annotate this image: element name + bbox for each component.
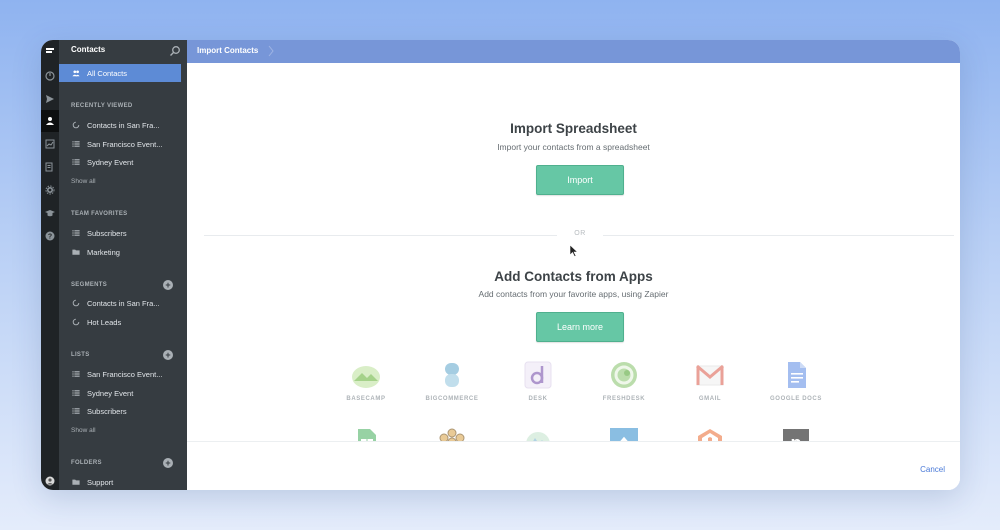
desk-icon: [524, 361, 552, 389]
search-icon[interactable]: [169, 44, 181, 56]
segment-icon: [71, 299, 81, 307]
learn-more-button[interactable]: Learn more: [536, 312, 624, 342]
sidebar-item-fav-marketing[interactable]: Marketing: [59, 243, 183, 261]
app-name: BIGCOMMERCE: [425, 396, 479, 402]
add-list-button[interactable]: +: [163, 350, 173, 360]
list-icon: [71, 140, 81, 148]
sidebar-item-label: San Francisco Event...: [87, 139, 163, 149]
sidebar-item-fav-subscribers[interactable]: Subscribers: [59, 224, 183, 242]
app-name: BASECAMP: [346, 396, 386, 402]
segment-icon: [71, 318, 81, 326]
svg-text:?: ?: [48, 234, 52, 241]
sidebar-item-recent-sf-event[interactable]: San Francisco Event...: [59, 135, 183, 153]
people-icon: [71, 69, 81, 77]
dashboard-icon[interactable]: [41, 65, 59, 87]
section-heading-segments: SEGMENTS: [71, 282, 108, 288]
app-gmail[interactable]: GMAIL: [670, 360, 750, 410]
sidebar-item-all-contacts[interactable]: All Contacts: [59, 64, 181, 82]
sidebar-item-list-sydney-event[interactable]: Sydney Event: [59, 384, 183, 402]
list-icon: [71, 407, 81, 415]
sidebar-item-label: San Francisco Event...: [87, 369, 163, 379]
apps-subtitle: Add contacts from your favorite apps, us…: [478, 289, 669, 299]
app-name: DESK: [528, 396, 548, 402]
icon-rail: ?: [41, 40, 59, 490]
section-heading-recently-viewed: RECENTLY VIEWED: [71, 103, 133, 109]
sidebar-item-list-sf-event[interactable]: San Francisco Event...: [59, 365, 183, 383]
sidebar-item-label: Hot Leads: [87, 317, 122, 327]
mouse-cursor-icon: [570, 245, 578, 257]
footer-bar: Cancel: [187, 441, 960, 490]
sidebar-title: Contacts: [71, 45, 106, 54]
sidebar-item-label: Sydney Event: [87, 388, 134, 398]
show-all-lists-link[interactable]: Show all: [71, 427, 96, 434]
chevron-right-icon: [267, 44, 275, 58]
import-button[interactable]: Import: [536, 165, 624, 195]
or-divider-label: OR: [557, 230, 603, 237]
sidebar-item-label: Contacts in San Fra...: [87, 298, 160, 308]
import-subtitle: Import your contacts from a spreadsheet: [497, 142, 650, 152]
apps-title: Add Contacts from Apps: [494, 269, 653, 284]
section-heading-team-favorites: TEAM FAVORITES: [71, 211, 128, 217]
bigcommerce-icon: [445, 363, 459, 387]
settings-icon[interactable]: [41, 179, 59, 201]
list-icon: [71, 370, 81, 378]
sidebar-item-recent-sydney-event[interactable]: Sydney Event: [59, 153, 183, 171]
add-folder-button[interactable]: +: [163, 458, 173, 468]
app-desk[interactable]: DESK: [498, 360, 578, 410]
sidebar-item-label: Marketing: [87, 247, 120, 257]
logo-icon[interactable]: [41, 40, 59, 62]
sidebar-item-label: All Contacts: [87, 68, 128, 78]
avatar[interactable]: [41, 470, 59, 490]
graduation-cap-icon[interactable]: [41, 202, 59, 224]
send-icon[interactable]: [41, 88, 59, 110]
sidebar-item-label: Sydney Event: [87, 157, 134, 167]
folder-icon: [71, 478, 81, 486]
sidebar-item-segment-hot-leads[interactable]: Hot Leads: [59, 313, 183, 331]
sidebar-item-label: Support: [87, 477, 114, 487]
sidebar-item-list-subscribers[interactable]: Subscribers: [59, 402, 183, 420]
google-docs-icon: [788, 362, 806, 388]
freshdesk-icon: [611, 362, 637, 388]
gmail-icon: [696, 364, 724, 386]
sidebar-item-segment-contacts-sf[interactable]: Contacts in San Fra...: [59, 294, 183, 312]
top-bar: Import Contacts: [187, 40, 960, 63]
section-heading-lists: LISTS: [71, 352, 90, 358]
import-title: Import Spreadsheet: [510, 121, 637, 136]
app-name: FRESHDESK: [602, 396, 646, 402]
app-window: ? Contacts All Contacts RECENTLY VIEWED …: [41, 40, 960, 490]
sidebar-item-label: Subscribers: [87, 406, 127, 416]
add-segment-button[interactable]: +: [163, 280, 173, 290]
cancel-link[interactable]: Cancel: [920, 465, 945, 474]
list-icon: [71, 158, 81, 166]
breadcrumb[interactable]: Import Contacts: [197, 46, 258, 55]
list-icon: [71, 389, 81, 397]
app-bigcommerce[interactable]: BIGCOMMERCE: [412, 360, 492, 410]
sidebar: Contacts All Contacts RECENTLY VIEWED Co…: [59, 40, 205, 490]
help-icon[interactable]: ?: [41, 225, 59, 247]
sidebar-header: Contacts: [59, 40, 187, 62]
app-name: GOOGLE DOCS: [770, 396, 822, 402]
show-all-recent-link[interactable]: Show all: [71, 178, 96, 185]
app-basecamp[interactable]: BASECAMP: [326, 360, 406, 410]
segment-icon: [71, 121, 81, 129]
basecamp-icon: [352, 366, 380, 388]
reports-icon[interactable]: [41, 133, 59, 155]
sidebar-item-folder-support[interactable]: Support: [59, 473, 183, 490]
forms-icon[interactable]: [41, 156, 59, 178]
main-content: Import Spreadsheet Import your contacts …: [187, 63, 960, 490]
app-google-docs[interactable]: GOOGLE DOCS: [756, 360, 836, 410]
sidebar-item-label: Subscribers: [87, 228, 127, 238]
sidebar-item-recent-contacts-sf[interactable]: Contacts in San Fra...: [59, 116, 183, 134]
folder-icon: [71, 248, 81, 256]
sidebar-item-label: Contacts in San Fra...: [87, 120, 160, 130]
app-name: GMAIL: [698, 396, 722, 402]
app-freshdesk[interactable]: FRESHDESK: [584, 360, 664, 410]
contacts-icon[interactable]: [41, 110, 59, 132]
list-icon: [71, 229, 81, 237]
section-heading-folders: FOLDERS: [71, 460, 102, 466]
